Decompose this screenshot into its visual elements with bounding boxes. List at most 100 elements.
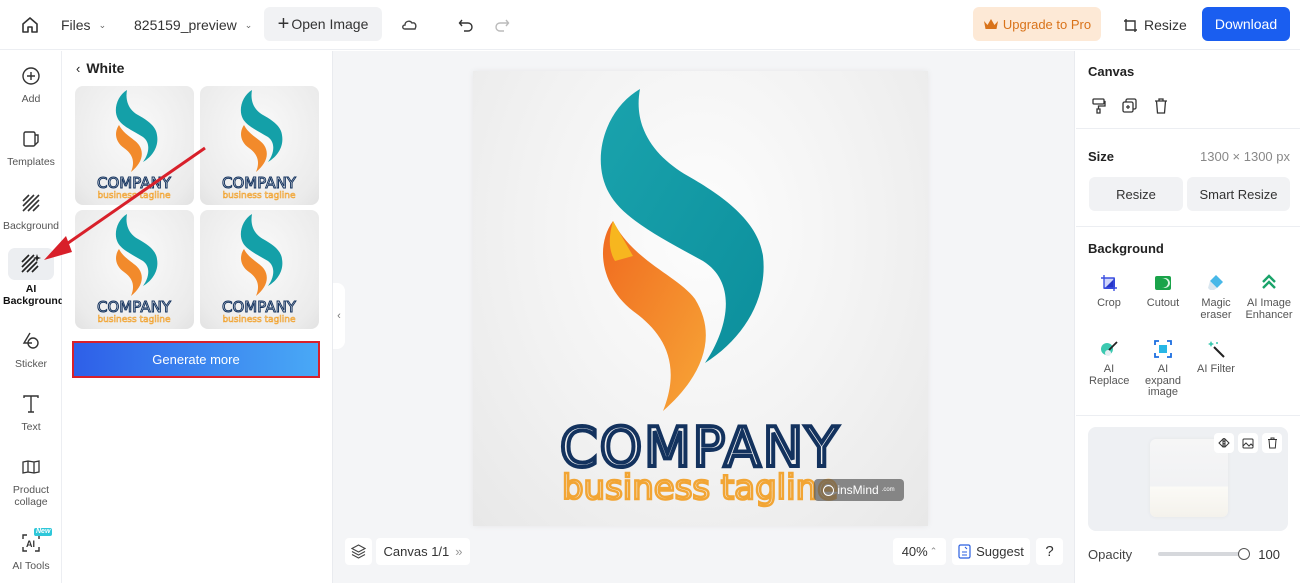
undo-icon — [458, 19, 473, 32]
sidebar-item-text[interactable]: Text — [0, 392, 62, 433]
tool-label: Crop — [1097, 297, 1121, 309]
duplicate-button[interactable] — [1122, 98, 1137, 118]
collage-icon — [22, 460, 40, 474]
resize-canvas-button[interactable]: Resize — [1089, 177, 1183, 211]
delete-background-button[interactable] — [1262, 433, 1282, 453]
result-thumbnail[interactable]: COMPANY business tagline — [75, 86, 194, 205]
ai-replace-tool[interactable]: AI Replace — [1083, 339, 1135, 387]
resize-crop-icon — [1124, 18, 1137, 32]
zoom-button[interactable]: 40% ⌃ — [893, 538, 946, 565]
ai-expand-image-tool[interactable]: AI expand image — [1137, 339, 1189, 399]
thumb-logo-tagline: business tagline — [97, 191, 171, 201]
suggest-button[interactable]: Suggest — [952, 538, 1030, 565]
sidebar-item-background[interactable]: Background — [0, 191, 62, 232]
cloud-icon — [402, 20, 417, 30]
redo-button[interactable] — [494, 0, 510, 50]
suggest-label: Suggest — [976, 544, 1024, 559]
generate-more-button[interactable]: Generate more — [72, 341, 320, 378]
thumb-logo-tagline: business tagline — [97, 315, 171, 325]
ai-expand-icon — [1154, 340, 1172, 358]
watermark-text: insMind — [837, 483, 879, 497]
help-button[interactable]: ? — [1036, 538, 1063, 565]
files-label: Files — [61, 17, 91, 33]
background-preview[interactable] — [1088, 427, 1288, 531]
chevron-up-icon: ⌃ — [929, 546, 938, 556]
result-thumbnail[interactable]: COMPANY business tagline — [200, 210, 319, 329]
result-thumbnail[interactable]: COMPANY business tagline — [200, 86, 319, 205]
ai-image-enhancer-tool[interactable]: AI Image Enhancer — [1243, 273, 1295, 321]
layers-button[interactable] — [345, 538, 372, 565]
sticker-icon — [22, 332, 39, 349]
sidebar-item-templates[interactable]: Templates — [0, 127, 62, 168]
ai-background-panel: ‹ White COMPANY business tagline COMPANY b… — [62, 51, 332, 583]
canvas-section-title: Canvas — [1088, 64, 1135, 79]
cutout-tool[interactable]: Cutout — [1137, 273, 1189, 310]
crop-tool[interactable]: Crop — [1083, 273, 1135, 310]
watermark-suffix: .com — [881, 487, 895, 493]
ai-replace-icon — [1101, 341, 1118, 356]
thumb-logo-title: COMPANY — [222, 174, 297, 192]
canvas-page-label: Canvas 1/1 — [383, 544, 450, 559]
result-thumbnail[interactable]: COMPANY business tagline — [75, 210, 194, 329]
templates-icon — [23, 131, 39, 147]
double-chevron-right-icon: » — [455, 544, 463, 559]
upgrade-to-pro-button[interactable]: Upgrade to Pro — [973, 7, 1101, 41]
thumb-logo-title: COMPANY — [222, 298, 297, 316]
cloud-save-button[interactable] — [400, 0, 420, 50]
sidebar-item-product-collage[interactable]: Product collage — [0, 455, 62, 508]
paint-roller-button[interactable] — [1092, 98, 1106, 119]
replace-image-icon — [1242, 438, 1254, 449]
sidebar-item-label: AI Tools — [12, 560, 50, 572]
sidebar-item-label: Templates — [7, 156, 55, 168]
tool-label: AI Replace — [1089, 363, 1130, 387]
sidebar-item-add[interactable]: Add — [0, 64, 62, 105]
sidebar-item-sticker[interactable]: Sticker — [0, 329, 62, 370]
open-image-button[interactable]: + Open Image — [264, 7, 382, 41]
canvas-artboard[interactable]: COMPANY business tagline insMind .com — [473, 71, 928, 526]
divider — [1076, 415, 1300, 416]
opacity-slider[interactable] — [1158, 548, 1250, 560]
resize-button[interactable]: Resize — [1123, 0, 1187, 50]
duplicate-icon — [1122, 98, 1137, 113]
sidebar-item-ai-background[interactable]: AI Background — [0, 248, 64, 307]
files-menu[interactable]: Files ⌄ — [61, 0, 106, 50]
thumb-logo-tagline: business tagline — [222, 315, 296, 325]
redo-icon — [495, 19, 510, 32]
filename-menu[interactable]: 825159_preview ⌄ — [134, 0, 252, 50]
flip-button[interactable] — [1214, 433, 1234, 453]
delete-canvas-button[interactable] — [1154, 98, 1168, 119]
thumb-logo-title: COMPANY — [97, 298, 172, 316]
flip-icon — [1218, 438, 1230, 448]
opacity-slider-handle[interactable] — [1238, 548, 1250, 560]
ai-filter-tool[interactable]: AI Filter — [1190, 339, 1242, 376]
undo-button[interactable] — [458, 0, 474, 50]
trash-icon — [1155, 98, 1167, 114]
company-logo: COMPANY business tagline — [558, 89, 840, 509]
canvas-size-value: 1300 × 1300 px — [1200, 149, 1290, 164]
chevron-left-icon: ‹ — [76, 60, 81, 76]
top-bar: Files ⌄ 825159_preview ⌄ + Open Image Up… — [0, 0, 1300, 50]
crop-icon — [1101, 275, 1117, 291]
canvas-pages-button[interactable]: Canvas 1/1 » — [376, 538, 470, 565]
replace-image-button[interactable] — [1238, 433, 1258, 453]
ai-filter-icon — [1208, 341, 1225, 358]
logo-tagline: business tagline — [562, 468, 838, 508]
sidebar-item-label: Add — [21, 93, 41, 105]
back-button[interactable]: ‹ White — [76, 60, 124, 76]
watermark: insMind .com — [814, 479, 904, 501]
home-button[interactable] — [20, 0, 40, 50]
tool-label: AI Filter — [1197, 363, 1235, 375]
chevron-down-icon: ⌄ — [98, 19, 107, 30]
open-image-label: Open Image — [291, 16, 369, 32]
collapse-panel-button[interactable]: ‹ — [333, 283, 345, 349]
sidebar-item-ai-tools[interactable]: AI New AI Tools — [0, 528, 62, 572]
download-button[interactable]: Download — [1202, 7, 1290, 41]
thumb-logo-tagline: business tagline — [222, 191, 296, 201]
zoom-level: 40% — [901, 544, 928, 559]
suggest-icon — [958, 544, 971, 559]
magic-eraser-tool[interactable]: Magic eraser — [1190, 273, 1242, 321]
plus-circle-icon — [22, 67, 40, 85]
smart-resize-button[interactable]: Smart Resize — [1187, 177, 1290, 211]
divider — [1076, 128, 1300, 129]
enhancer-icon — [1262, 274, 1276, 289]
